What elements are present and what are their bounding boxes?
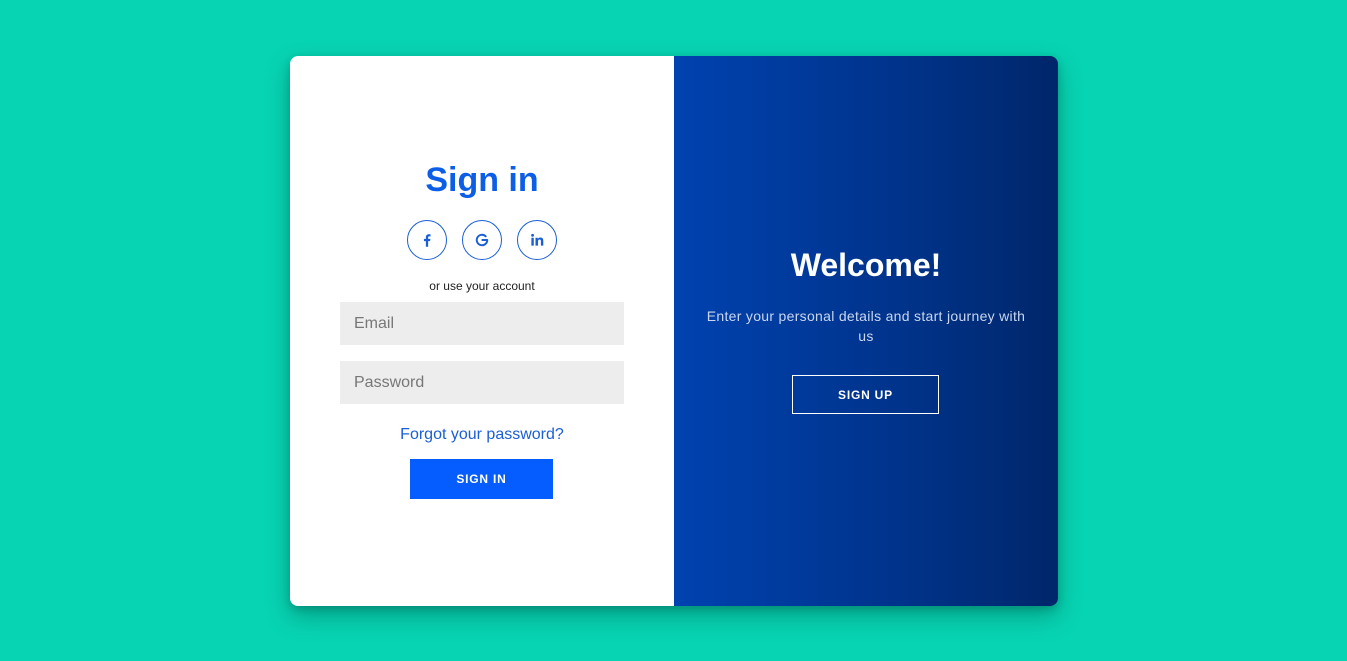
password-field[interactable]	[340, 361, 624, 404]
alternative-login-text: or use your account	[429, 279, 535, 293]
email-field[interactable]	[340, 302, 624, 345]
welcome-title: Welcome!	[790, 247, 942, 283]
facebook-login-button[interactable]	[407, 220, 447, 260]
facebook-icon	[418, 231, 436, 249]
social-login-group	[407, 220, 557, 260]
signin-button[interactable]: SIGN IN	[410, 459, 553, 499]
forgot-password-link[interactable]: Forgot your password?	[290, 426, 674, 444]
linkedin-icon	[528, 231, 546, 249]
google-login-button[interactable]	[462, 220, 502, 260]
linkedin-login-button[interactable]	[517, 220, 557, 260]
google-icon	[473, 231, 491, 249]
signin-panel: Sign in or use your account Forgot your	[290, 56, 674, 606]
signin-title: Sign in	[425, 161, 539, 199]
welcome-panel: Welcome! Enter your personal details and…	[674, 56, 1058, 606]
auth-card: Sign in or use your account Forgot your	[290, 56, 1058, 606]
signup-button[interactable]: SIGN UP	[792, 375, 939, 414]
welcome-text: Enter your personal details and start jo…	[706, 308, 1026, 344]
